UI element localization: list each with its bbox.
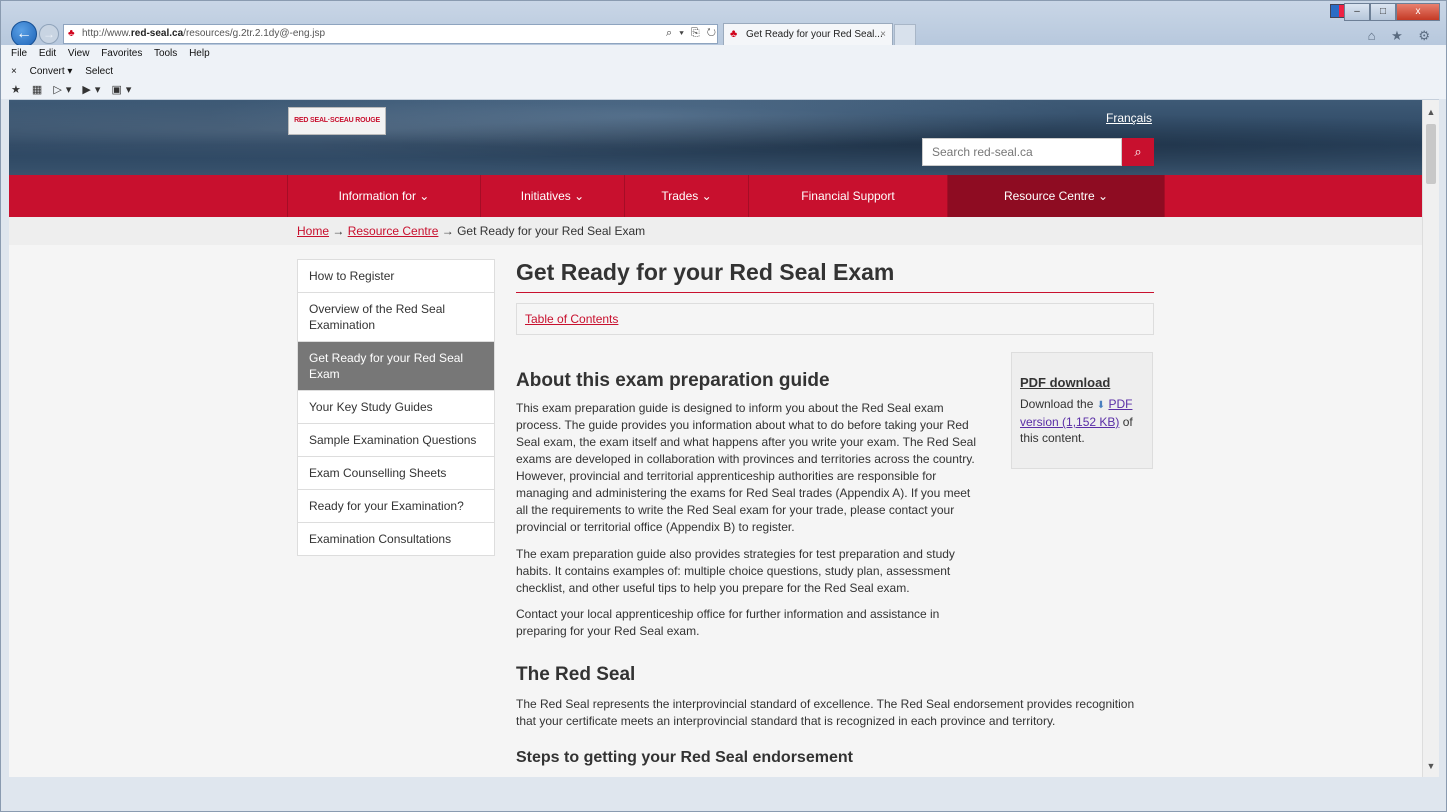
menu-help[interactable]: Help xyxy=(189,48,210,59)
menu-bar: File Edit View Favorites Tools Help xyxy=(1,45,1446,63)
sidenav-counselling-sheets[interactable]: Exam Counselling Sheets xyxy=(298,457,494,490)
cmd-select[interactable]: Select xyxy=(85,66,113,77)
paragraph-about-1: This exam preparation guide is designed … xyxy=(516,401,977,534)
pdf-text-pre: Download the xyxy=(1020,397,1097,411)
close-button[interactable]: x xyxy=(1396,3,1440,21)
page-viewport: RED SEAL·SCEAU ROUGE Français Search red… xyxy=(9,99,1439,777)
address-tools[interactable]: ⌕ ▾ ⎘ ↻ xyxy=(666,27,718,40)
search-button[interactable]: ⌕ xyxy=(1122,138,1154,166)
home-favorites-settings-icons[interactable]: ⌂ ★ ⚙ xyxy=(1368,28,1436,44)
menu-tools[interactable]: Tools xyxy=(154,48,177,59)
side-nav: How to Register Overview of the Red Seal… xyxy=(297,259,495,556)
sidenav-get-ready[interactable]: Get Ready for your Red Seal Exam xyxy=(298,342,494,391)
search-input[interactable]: Search red-seal.ca xyxy=(922,138,1122,166)
tab-favicon-icon: ♣ xyxy=(730,28,738,40)
nav-initiatives[interactable]: Initiatives ⌄ xyxy=(480,175,624,217)
paragraph-about-3: Contact your local apprenticeship office… xyxy=(516,607,940,638)
menu-edit[interactable]: Edit xyxy=(39,48,56,59)
pdf-title[interactable]: PDF download xyxy=(1020,375,1144,390)
section-heading-about: About this exam preparation guide xyxy=(516,370,830,391)
command-bar: × Convert ▾ Select xyxy=(1,63,1446,81)
page-title: Get Ready for your Red Seal Exam xyxy=(516,259,1154,293)
nav-financial-support[interactable]: Financial Support xyxy=(748,175,947,217)
new-tab-button[interactable] xyxy=(894,24,916,46)
cmd-close[interactable]: × xyxy=(11,66,17,77)
site-banner: RED SEAL·SCEAU ROUGE Français Search red… xyxy=(9,100,1422,175)
vertical-scrollbar[interactable]: ▲ ▼ xyxy=(1422,100,1439,777)
pdf-text: Download the ⬇ PDF version (1,152 KB) of… xyxy=(1020,396,1144,446)
section-heading-red-seal: The Red Seal xyxy=(516,664,636,685)
tab-close-button[interactable]: × xyxy=(880,24,886,46)
forward-button[interactable]: → xyxy=(39,24,59,44)
tab-title: Get Ready for your Red Seal... xyxy=(746,29,883,40)
url-path: /resources/g.2tr.2.1dy@-eng.jsp xyxy=(183,28,326,39)
sidenav-consultations[interactable]: Examination Consultations xyxy=(298,523,494,555)
back-button[interactable]: ← xyxy=(11,21,37,47)
nav-trades[interactable]: Trades ⌄ xyxy=(624,175,748,217)
cmd-convert[interactable]: Convert ▾ xyxy=(30,66,73,77)
sidenav-sample-questions[interactable]: Sample Examination Questions xyxy=(298,424,494,457)
window-controls: – □ x xyxy=(1344,3,1440,21)
breadcrumb-sep: → xyxy=(329,224,348,238)
breadcrumb-resource-centre[interactable]: Resource Centre xyxy=(348,224,439,238)
nav-information-for[interactable]: Information for ⌄ xyxy=(287,175,480,217)
breadcrumb-bar: Home → Resource Centre → Get Ready for y… xyxy=(9,217,1422,245)
address-bar[interactable]: ♣ http://www.red-seal.ca/resources/g.2tr… xyxy=(63,24,718,44)
scroll-thumb[interactable] xyxy=(1426,124,1436,184)
scroll-up-icon[interactable]: ▲ xyxy=(1423,104,1439,120)
scroll-down-icon[interactable]: ▼ xyxy=(1423,758,1439,774)
main-content: Get Ready for your Red Seal Exam Table o… xyxy=(516,259,1154,335)
maximize-button[interactable]: □ xyxy=(1370,3,1396,21)
breadcrumb-home[interactable]: Home xyxy=(297,224,329,238)
search-icon: ⌕ xyxy=(1134,144,1142,159)
sidenav-overview[interactable]: Overview of the Red Seal Examination xyxy=(298,293,494,342)
menu-view[interactable]: View xyxy=(68,48,90,59)
table-of-contents: Table of Contents xyxy=(516,303,1154,335)
sidenav-ready[interactable]: Ready for your Examination? xyxy=(298,490,494,523)
breadcrumb: Home → Resource Centre → Get Ready for y… xyxy=(297,224,645,238)
url-prefix: http://www. xyxy=(82,28,131,39)
main-nav: Information for ⌄ Initiatives ⌄ Trades ⌄… xyxy=(9,175,1422,217)
sidenav-study-guides[interactable]: Your Key Study Guides xyxy=(298,391,494,424)
site-logo[interactable]: RED SEAL·SCEAU ROUGE xyxy=(288,107,386,135)
paragraph-about-2: The exam preparation guide also provides… xyxy=(516,547,955,595)
browser-tab[interactable]: ♣ Get Ready for your Red Seal... × xyxy=(723,23,893,47)
minimize-button[interactable]: – xyxy=(1344,3,1370,21)
section-heading-steps: Steps to getting your Red Seal endorseme… xyxy=(516,749,853,766)
url-domain: red-seal.ca xyxy=(130,28,184,39)
nav-divider xyxy=(1164,175,1165,217)
breadcrumb-sep: → xyxy=(438,224,458,238)
download-icon: ⬇ xyxy=(1096,400,1106,411)
paragraph-red-seal: The Red Seal represents the interprovinc… xyxy=(516,697,1135,728)
pdf-download-box: PDF download Download the ⬇ PDF version … xyxy=(1011,352,1153,469)
favorites-bar[interactable]: ★ ▦ ▷▾ ▶▾ ▣▾ xyxy=(1,81,1446,99)
sidenav-how-to-register[interactable]: How to Register xyxy=(298,260,494,293)
toc-link[interactable]: Table of Contents xyxy=(525,312,618,326)
language-link[interactable]: Français xyxy=(1106,111,1152,125)
site-favicon-icon: ♣ xyxy=(68,28,75,39)
breadcrumb-current: Get Ready for your Red Seal Exam xyxy=(457,224,646,238)
menu-file[interactable]: File xyxy=(11,48,27,59)
browser-window: ← → ♣ http://www.red-seal.ca/resources/g… xyxy=(0,0,1447,812)
menu-favorites[interactable]: Favorites xyxy=(101,48,142,59)
nav-resource-centre[interactable]: Resource Centre ⌄ xyxy=(947,175,1164,217)
title-bar: ← → ♣ http://www.red-seal.ca/resources/g… xyxy=(1,1,1446,47)
